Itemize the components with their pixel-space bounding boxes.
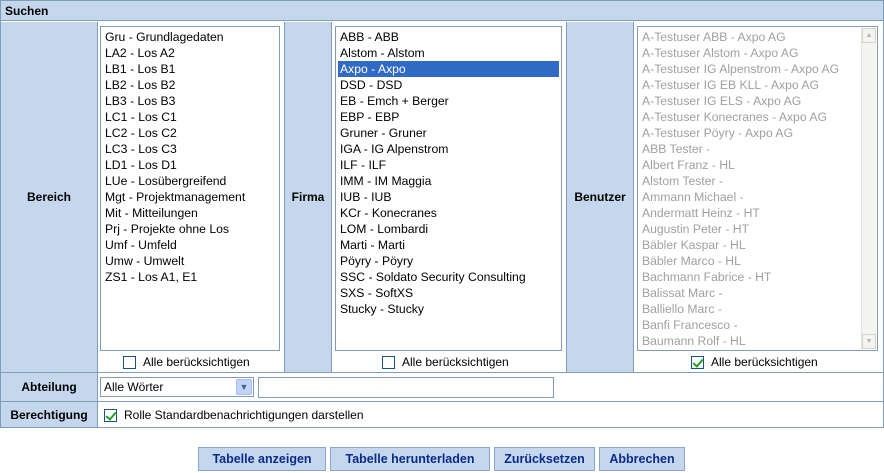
list-item[interactable]: Banfi Francesco - [640, 317, 859, 333]
list-item[interactable]: IMM - IM Maggia [338, 173, 559, 189]
show-table-button[interactable]: Tabelle anzeigen [198, 447, 326, 471]
list-item[interactable]: A-Testuser Pöyry - Axpo AG [640, 125, 859, 141]
firma-label: Firma [285, 22, 331, 372]
list-item[interactable]: LC1 - Los C1 [103, 109, 277, 125]
list-item[interactable]: ZS1 - Los A1, E1 [103, 269, 277, 285]
list-item[interactable]: A-Testuser IG ELS - Axpo AG [640, 93, 859, 109]
firma-all-label: Alle berücksichtigen [402, 355, 509, 369]
benutzer-scrollbar[interactable]: ▲ ▼ [861, 28, 876, 349]
list-item[interactable]: Andermatt Heinz - HT [640, 205, 859, 221]
list-item[interactable]: Marti - Marti [338, 237, 559, 253]
list-item[interactable]: Bäbler Marco - HL [640, 253, 859, 269]
benutzer-all-checkbox[interactable] [691, 355, 704, 369]
list-item[interactable]: Alstom Tester - [640, 173, 859, 189]
list-item[interactable]: Alstom - Alstom [338, 45, 559, 61]
list-item[interactable]: DSD - DSD [338, 77, 559, 93]
berechtigung-checkbox-label: Rolle Standardbenachrichtigungen darstel… [124, 408, 364, 422]
berechtigung-checkbox-row[interactable]: Rolle Standardbenachrichtigungen darstel… [104, 408, 364, 422]
list-item[interactable]: ILF - ILF [338, 157, 559, 173]
list-item[interactable]: LC2 - Los C2 [103, 125, 277, 141]
list-item[interactable]: LUe - Losübergreifend [103, 173, 277, 189]
list-item[interactable]: Baumann Rolf - HL [640, 333, 859, 349]
list-item[interactable]: Balliello Marc - [640, 301, 859, 317]
bereich-all-checkbox-row[interactable]: Alle berücksichtigen [123, 355, 250, 369]
list-item[interactable]: Mgt - Projektmanagement [103, 189, 277, 205]
list-item[interactable]: LOM - Lombardi [338, 221, 559, 237]
list-item[interactable]: LB2 - Los B2 [103, 77, 277, 93]
list-item[interactable]: LA2 - Los A2 [103, 45, 277, 61]
abteilung-text-input[interactable] [258, 377, 554, 398]
benutzer-listbox[interactable]: A-Testuser ABB - Axpo AG A-Testuser Alsto… [637, 26, 878, 351]
list-item[interactable]: ABB Tester - [640, 141, 859, 157]
list-item[interactable]: LB3 - Los B3 [103, 93, 277, 109]
abteilung-label: Abteilung [1, 373, 97, 401]
berechtigung-label: Berechtigung [1, 402, 97, 427]
chevron-down-icon[interactable]: ▼ [236, 379, 252, 395]
list-item[interactable]: Balissat Marc - [640, 285, 859, 301]
bereich-all-label: Alle berücksichtigen [143, 355, 250, 369]
list-item[interactable]: ABB - ABB [338, 29, 559, 45]
list-item[interactable]: Stucky - Stucky [338, 301, 559, 317]
list-item[interactable]: A-Testuser IG EB KLL - Axpo AG [640, 77, 859, 93]
list-item[interactable]: Pöyry - Pöyry [338, 253, 559, 269]
panel-title: Suchen [1, 1, 883, 21]
list-item[interactable]: Gruner - Gruner [338, 125, 559, 141]
list-item[interactable]: Mit - Mitteilungen [103, 205, 277, 221]
cancel-button[interactable]: Abbrechen [599, 447, 685, 471]
list-item[interactable]: Augustin Peter - HT [640, 221, 859, 237]
abteilung-select[interactable]: Alle Wörter ▼ [100, 377, 254, 397]
search-panel: Suchen Bereich Gru - Grundlagedaten LA2 -… [0, 0, 884, 428]
list-item[interactable]: Umf - Umfeld [103, 237, 277, 253]
list-item[interactable]: Bachmann Fabrice - HT [640, 269, 859, 285]
scroll-up-icon[interactable]: ▲ [862, 28, 876, 43]
firma-all-checkbox[interactable] [382, 355, 395, 369]
list-item[interactable]: Albert Franz - HL [640, 157, 859, 173]
list-item[interactable]: EB - Emch + Berger [338, 93, 559, 109]
bereich-listbox[interactable]: Gru - Grundlagedaten LA2 - Los A2 LB1 - Lo… [100, 26, 280, 351]
download-table-button[interactable]: Tabelle herunterladen [330, 447, 490, 471]
list-item[interactable]: IUB - IUB [338, 189, 559, 205]
benutzer-all-label: Alle berücksichtigen [711, 355, 818, 369]
reset-button[interactable]: Zurücksetzen [494, 447, 595, 471]
list-item[interactable]: Gru - Grundlagedaten [103, 29, 277, 45]
scroll-down-icon[interactable]: ▼ [862, 334, 876, 349]
list-item[interactable]: Prj - Projekte ohne Los [103, 221, 277, 237]
benutzer-all-checkbox-row[interactable]: Alle berücksichtigen [691, 355, 818, 369]
firma-listbox[interactable]: ABB - ABB Alstom - Alstom Axpo - Axpo DSD -… [335, 26, 562, 351]
list-item[interactable]: Bäbler Kaspar - HL [640, 237, 859, 253]
list-item[interactable]: A-Testuser IG Alpenstrom - Axpo AG [640, 61, 859, 77]
benutzer-label: Benutzer [567, 22, 633, 372]
list-item[interactable]: Ammann Michael - [640, 189, 859, 205]
list-item[interactable]: KCr - Konecranes [338, 205, 559, 221]
list-item[interactable]: IGA - IG Alpenstrom [338, 141, 559, 157]
list-item[interactable]: LD1 - Los D1 [103, 157, 277, 173]
list-item[interactable]: LC3 - Los C3 [103, 141, 277, 157]
list-item[interactable]: A-Testuser Alstom - Axpo AG [640, 45, 859, 61]
list-item[interactable]: EBP - EBP [338, 109, 559, 125]
berechtigung-checkbox[interactable] [104, 408, 117, 422]
list-item[interactable]: LB1 - Los B1 [103, 61, 277, 77]
abteilung-select-value: Alle Wörter [104, 380, 164, 394]
list-item[interactable]: A-Testuser Konecranes - Axpo AG [640, 109, 859, 125]
list-item[interactable]: Axpo - Axpo [338, 61, 559, 77]
list-item[interactable]: SSC - Soldato Security Consulting [338, 269, 559, 285]
firma-all-checkbox-row[interactable]: Alle berücksichtigen [382, 355, 509, 369]
list-item[interactable]: SXS - SoftXS [338, 285, 559, 301]
bereich-all-checkbox[interactable] [123, 355, 136, 369]
list-item[interactable]: Umw - Umwelt [103, 253, 277, 269]
bereich-label: Bereich [1, 22, 97, 372]
list-item[interactable]: A-Testuser ABB - Axpo AG [640, 29, 859, 45]
